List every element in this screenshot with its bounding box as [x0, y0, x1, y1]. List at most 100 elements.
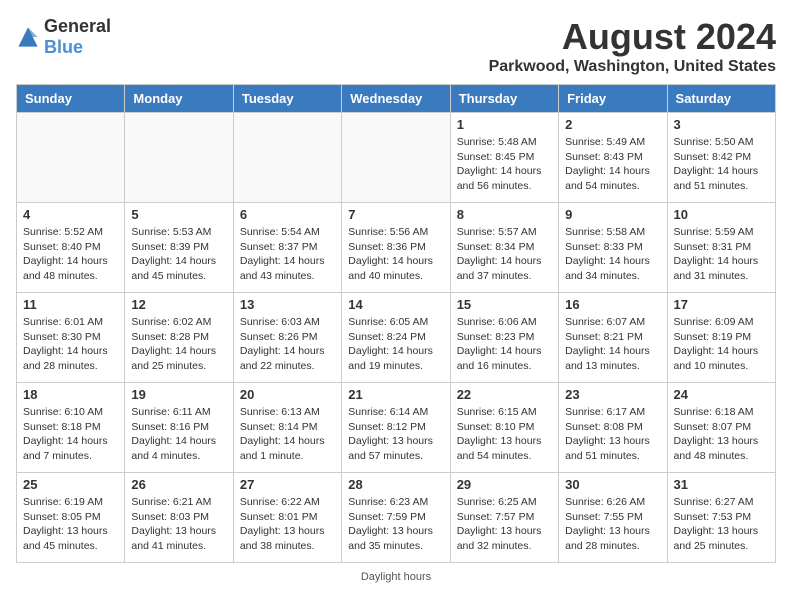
day-info: Sunrise: 6:19 AM Sunset: 8:05 PM Dayligh… — [23, 495, 118, 554]
calendar-cell: 25 Sunrise: 6:19 AM Sunset: 8:05 PM Dayli… — [17, 473, 125, 563]
day-info: Sunrise: 6:13 AM Sunset: 8:14 PM Dayligh… — [240, 405, 335, 464]
day-number: 17 — [674, 297, 769, 312]
calendar-cell: 13 Sunrise: 6:03 AM Sunset: 8:26 PM Dayli… — [233, 293, 341, 383]
day-number: 30 — [565, 477, 660, 492]
calendar-row-1: 1 Sunrise: 5:48 AM Sunset: 8:45 PM Daylig… — [17, 113, 776, 203]
day-number: 16 — [565, 297, 660, 312]
day-info: Sunrise: 5:49 AM Sunset: 8:43 PM Dayligh… — [565, 135, 660, 194]
col-wednesday: Wednesday — [342, 85, 450, 113]
calendar-cell: 3 Sunrise: 5:50 AM Sunset: 8:42 PM Daylig… — [667, 113, 775, 203]
day-number: 25 — [23, 477, 118, 492]
day-info: Sunrise: 6:17 AM Sunset: 8:08 PM Dayligh… — [565, 405, 660, 464]
calendar-row-4: 18Sunrise: 6:10 AM Sunset: 8:18 PM Dayli… — [17, 383, 776, 473]
calendar-cell: 24 Sunrise: 6:18 AM Sunset: 8:07 PM Dayli… — [667, 383, 775, 473]
day-info: Sunrise: 6:07 AM Sunset: 8:21 PM Dayligh… — [565, 315, 660, 374]
day-number: 1 — [457, 117, 552, 132]
col-tuesday: Tuesday — [233, 85, 341, 113]
calendar-header: Sunday Monday Tuesday Wednesday Thursday… — [17, 85, 776, 113]
day-info: Sunrise: 6:14 AM Sunset: 8:12 PM Dayligh… — [348, 405, 443, 464]
day-info: Sunrise: 6:05 AM Sunset: 8:24 PM Dayligh… — [348, 315, 443, 374]
day-info: Sunrise: 5:50 AM Sunset: 8:42 PM Dayligh… — [674, 135, 769, 194]
calendar-row-2: 4Sunrise: 5:52 AM Sunset: 8:40 PM Daylig… — [17, 203, 776, 293]
day-number: 15 — [457, 297, 552, 312]
calendar-cell: 31 Sunrise: 6:27 AM Sunset: 7:53 PM Dayli… — [667, 473, 775, 563]
calendar-cell — [125, 113, 233, 203]
logo: GeneralBlue — [16, 16, 111, 58]
calendar-cell: 15Sunrise: 6:06 AM Sunset: 8:23 PM Dayli… — [450, 293, 558, 383]
day-number: 28 — [348, 477, 443, 492]
calendar-row-3: 11 Sunrise: 6:01 AM Sunset: 8:30 PM Dayli… — [17, 293, 776, 383]
day-info: Sunrise: 6:26 AM Sunset: 7:55 PM Dayligh… — [565, 495, 660, 554]
day-info: Sunrise: 6:02 AM Sunset: 8:28 PM Dayligh… — [131, 315, 226, 374]
day-info: Sunrise: 6:10 AM Sunset: 8:18 PM Dayligh… — [23, 405, 118, 464]
day-number: 12 — [131, 297, 226, 312]
day-number: 10 — [674, 207, 769, 222]
day-number: 27 — [240, 477, 335, 492]
calendar-cell: 8 Sunrise: 5:57 AM Sunset: 8:34 PM Daylig… — [450, 203, 558, 293]
calendar-cell: 18Sunrise: 6:10 AM Sunset: 8:18 PM Dayli… — [17, 383, 125, 473]
calendar-cell: 23 Sunrise: 6:17 AM Sunset: 8:08 PM Dayli… — [559, 383, 667, 473]
day-number: 6 — [240, 207, 335, 222]
calendar-cell: 2 Sunrise: 5:49 AM Sunset: 8:43 PM Daylig… — [559, 113, 667, 203]
day-number: 7 — [348, 207, 443, 222]
logo-text: GeneralBlue — [44, 16, 111, 58]
calendar-cell — [233, 113, 341, 203]
calendar-cell: 19Sunrise: 6:11 AM Sunset: 8:16 PM Dayli… — [125, 383, 233, 473]
logo-blue: Blue — [44, 37, 83, 57]
day-number: 21 — [348, 387, 443, 402]
day-number: 26 — [131, 477, 226, 492]
calendar-cell: 21 Sunrise: 6:14 AM Sunset: 8:12 PM Dayli… — [342, 383, 450, 473]
day-number: 22 — [457, 387, 552, 402]
col-thursday: Thursday — [450, 85, 558, 113]
day-number: 23 — [565, 387, 660, 402]
day-number: 24 — [674, 387, 769, 402]
day-number: 11 — [23, 297, 118, 312]
day-number: 8 — [457, 207, 552, 222]
calendar-cell: 11 Sunrise: 6:01 AM Sunset: 8:30 PM Dayli… — [17, 293, 125, 383]
col-friday: Friday — [559, 85, 667, 113]
day-number: 29 — [457, 477, 552, 492]
day-info: Sunrise: 5:54 AM Sunset: 8:37 PM Dayligh… — [240, 225, 335, 284]
day-number: 14 — [348, 297, 443, 312]
day-info: Sunrise: 6:03 AM Sunset: 8:26 PM Dayligh… — [240, 315, 335, 374]
calendar-cell: 5Sunrise: 5:53 AM Sunset: 8:39 PM Daylig… — [125, 203, 233, 293]
day-info: Sunrise: 6:27 AM Sunset: 7:53 PM Dayligh… — [674, 495, 769, 554]
calendar-cell: 26 Sunrise: 6:21 AM Sunset: 8:03 PM Dayli… — [125, 473, 233, 563]
col-saturday: Saturday — [667, 85, 775, 113]
calendar-cell: 12 Sunrise: 6:02 AM Sunset: 8:28 PM Dayli… — [125, 293, 233, 383]
day-number: 13 — [240, 297, 335, 312]
day-number: 19 — [131, 387, 226, 402]
day-info: Sunrise: 5:59 AM Sunset: 8:31 PM Dayligh… — [674, 225, 769, 284]
day-number: 31 — [674, 477, 769, 492]
calendar-cell: 16 Sunrise: 6:07 AM Sunset: 8:21 PM Dayli… — [559, 293, 667, 383]
calendar-cell: 30 Sunrise: 6:26 AM Sunset: 7:55 PM Dayli… — [559, 473, 667, 563]
day-number: 9 — [565, 207, 660, 222]
header: GeneralBlue August 2024 Parkwood, Washin… — [16, 16, 776, 76]
logo-icon — [16, 25, 40, 49]
calendar-cell: 27 Sunrise: 6:22 AM Sunset: 8:01 PM Dayli… — [233, 473, 341, 563]
day-info: Sunrise: 6:23 AM Sunset: 7:59 PM Dayligh… — [348, 495, 443, 554]
day-info: Sunrise: 6:01 AM Sunset: 8:30 PM Dayligh… — [23, 315, 118, 374]
logo-general: General — [44, 16, 111, 36]
title-section: August 2024 Parkwood, Washington, United… — [489, 16, 776, 76]
calendar-title: August 2024 — [489, 16, 776, 58]
day-info: Sunrise: 6:22 AM Sunset: 8:01 PM Dayligh… — [240, 495, 335, 554]
day-info: Sunrise: 5:57 AM Sunset: 8:34 PM Dayligh… — [457, 225, 552, 284]
day-info: Sunrise: 5:48 AM Sunset: 8:45 PM Dayligh… — [457, 135, 552, 194]
calendar-cell: 4Sunrise: 5:52 AM Sunset: 8:40 PM Daylig… — [17, 203, 125, 293]
calendar-cell: 28 Sunrise: 6:23 AM Sunset: 7:59 PM Dayli… — [342, 473, 450, 563]
footer-note: Daylight hours — [16, 571, 776, 583]
calendar-table: Sunday Monday Tuesday Wednesday Thursday… — [16, 84, 776, 563]
day-number: 3 — [674, 117, 769, 132]
day-info: Sunrise: 6:18 AM Sunset: 8:07 PM Dayligh… — [674, 405, 769, 464]
calendar-cell: 7 Sunrise: 5:56 AM Sunset: 8:36 PM Daylig… — [342, 203, 450, 293]
calendar-cell — [17, 113, 125, 203]
day-number: 2 — [565, 117, 660, 132]
day-info: Sunrise: 5:53 AM Sunset: 8:39 PM Dayligh… — [131, 225, 226, 284]
day-info: Sunrise: 5:56 AM Sunset: 8:36 PM Dayligh… — [348, 225, 443, 284]
calendar-cell: 20Sunrise: 6:13 AM Sunset: 8:14 PM Dayli… — [233, 383, 341, 473]
calendar-cell: 29Sunrise: 6:25 AM Sunset: 7:57 PM Dayli… — [450, 473, 558, 563]
calendar-cell: 17Sunrise: 6:09 AM Sunset: 8:19 PM Dayli… — [667, 293, 775, 383]
day-info: Sunrise: 6:21 AM Sunset: 8:03 PM Dayligh… — [131, 495, 226, 554]
calendar-cell: 9Sunrise: 5:58 AM Sunset: 8:33 PM Daylig… — [559, 203, 667, 293]
